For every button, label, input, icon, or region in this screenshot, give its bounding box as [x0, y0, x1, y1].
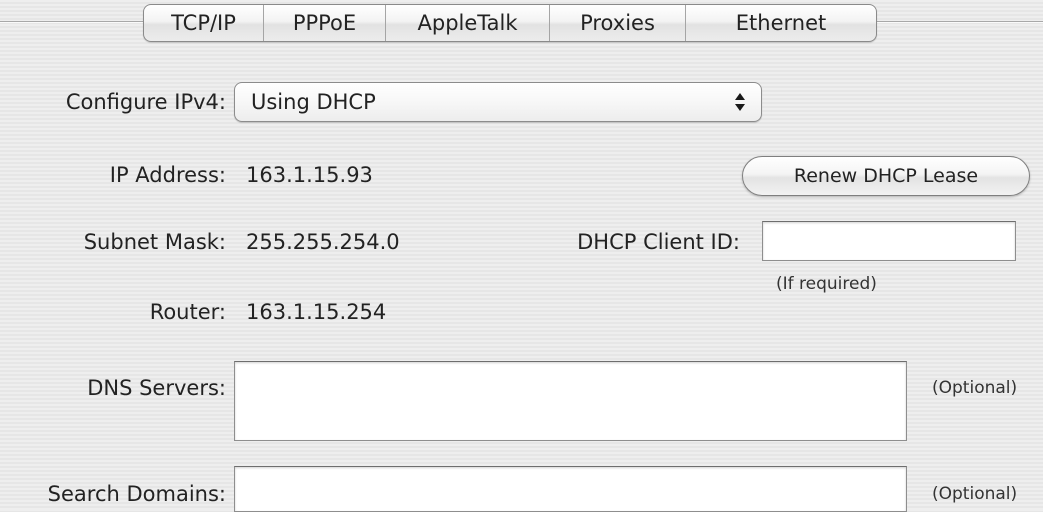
tab-bar-line-left [0, 21, 144, 23]
subnet-mask-value: 255.255.254.0 [246, 230, 400, 254]
dns-servers-field[interactable] [234, 361, 907, 441]
tab-appletalk[interactable]: AppleTalk [386, 5, 550, 41]
ip-address-value: 163.1.15.93 [246, 163, 373, 187]
configure-ipv4-label: Configure IPv4: [65, 90, 226, 114]
subnet-mask-label: Subnet Mask: [83, 230, 226, 254]
router-label: Router: [149, 300, 226, 324]
dhcp-client-id-label: DHCP Client ID: [577, 230, 740, 254]
tab-proxies[interactable]: Proxies [550, 5, 686, 41]
configure-ipv4-popup[interactable]: Using DHCP [234, 82, 762, 122]
tab-bar-line-right [874, 21, 1043, 23]
up-down-arrows-icon [729, 90, 751, 114]
search-domains-field[interactable] [234, 466, 907, 512]
tab-tcp-ip[interactable]: TCP/IP [144, 5, 264, 41]
dhcp-client-id-hint: (If required) [776, 274, 877, 294]
ip-address-label: IP Address: [109, 163, 226, 187]
dns-servers-label: DNS Servers: [87, 376, 226, 400]
renew-dhcp-lease-button[interactable]: Renew DHCP Lease [742, 156, 1030, 196]
tab-pppoe[interactable]: PPPoE [264, 5, 386, 41]
router-value: 163.1.15.254 [246, 300, 387, 324]
dns-servers-hint: (Optional) [932, 378, 1018, 398]
search-domains-label: Search Domains: [47, 482, 226, 506]
search-domains-hint: (Optional) [932, 484, 1018, 504]
tab-bar: TCP/IP PPPoE AppleTalk Proxies Ethernet [143, 4, 877, 42]
configure-ipv4-value: Using DHCP [251, 90, 376, 114]
dhcp-client-id-field[interactable] [762, 221, 1016, 261]
tab-ethernet[interactable]: Ethernet [686, 5, 876, 41]
